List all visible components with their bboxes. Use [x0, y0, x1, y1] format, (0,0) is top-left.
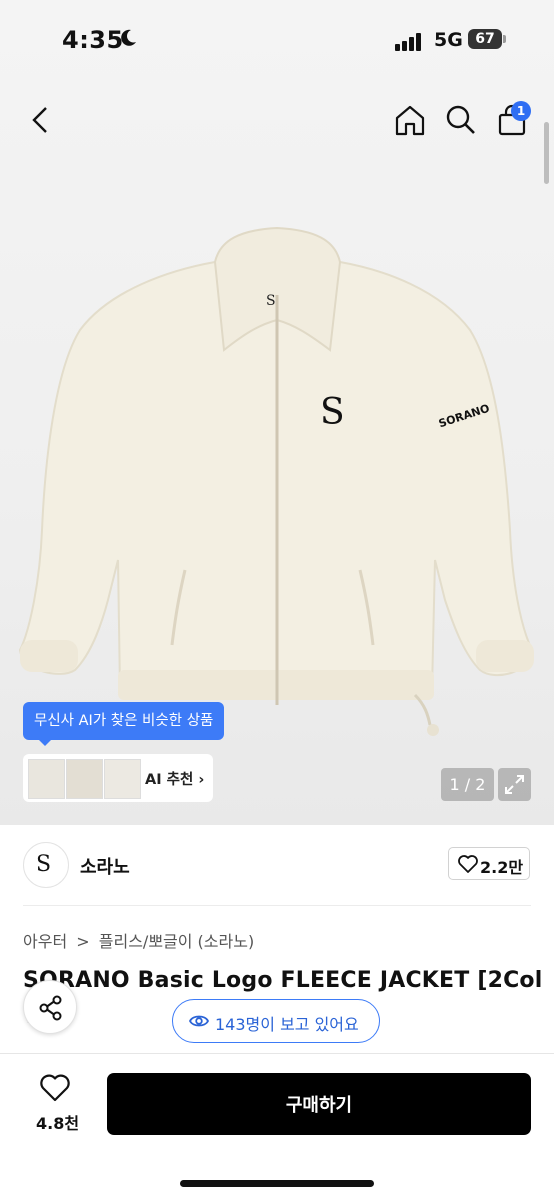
breadcrumb-category[interactable]: 아우터 — [23, 932, 67, 951]
home-icon — [395, 105, 425, 136]
ai-thumb — [66, 759, 103, 799]
wishlist-button[interactable]: 4.8천 — [30, 1074, 82, 1138]
network-label: 5G — [434, 29, 463, 51]
wishlist-count: 4.8천 — [36, 1114, 80, 1133]
share-icon — [39, 995, 62, 1021]
search-button[interactable] — [445, 104, 477, 139]
buy-button[interactable]: 구매하기 — [107, 1073, 531, 1135]
brand-logo[interactable]: S — [23, 842, 69, 888]
status-time: 4:35 — [62, 26, 124, 54]
brand-like-button[interactable]: 2.2만 — [448, 847, 530, 880]
breadcrumb: 아우터 > 플리스/뽀글이 (소라노) — [23, 928, 254, 952]
eye-icon — [189, 1015, 209, 1027]
brand-name[interactable]: 소라노 — [80, 853, 130, 879]
brand-mark: S — [320, 392, 345, 433]
ai-thumb — [104, 759, 141, 799]
expand-icon — [505, 775, 524, 794]
heart-icon — [458, 855, 478, 873]
chevron-right-icon: › — [198, 772, 205, 788]
collar-mark: S — [266, 293, 276, 309]
image-pager: 1 / 2 — [441, 768, 494, 801]
brand-like-count: 2.2만 — [480, 858, 524, 877]
brand-logo-mark: S — [36, 852, 52, 877]
expand-button[interactable] — [498, 768, 531, 801]
ai-tooltip-arrow — [38, 739, 52, 746]
bottom-bar-divider — [0, 1053, 554, 1054]
home-indicator — [180, 1180, 374, 1187]
moon-icon — [121, 29, 136, 46]
ai-thumb — [28, 759, 65, 799]
battery-indicator: 67 — [468, 29, 502, 49]
signal-icon — [395, 33, 421, 51]
breadcrumb-subcategory[interactable]: 플리스/뽀글이 (소라노) — [99, 932, 254, 951]
battery-cap — [503, 35, 506, 43]
viewers-text: 143명이 보고 있어요 — [215, 1015, 359, 1034]
cart-badge: 1 — [511, 101, 531, 121]
share-button[interactable] — [23, 980, 77, 1034]
search-icon — [446, 105, 475, 134]
scrollbar[interactable] — [544, 122, 549, 184]
ai-recommend-label: AI 추천 › — [145, 772, 205, 788]
ai-recommend-card[interactable]: AI 추천 › — [23, 754, 213, 802]
breadcrumb-separator: > — [76, 932, 90, 951]
home-button[interactable] — [394, 104, 426, 139]
heart-icon — [40, 1074, 70, 1102]
viewers-pill: 143명이 보고 있어요 — [172, 999, 380, 1043]
chevron-left-icon — [32, 107, 47, 133]
product-title: SORANO Basic Logo FLEECE JACKET [2Col — [23, 968, 543, 993]
product-image — [18, 226, 534, 736]
ai-tooltip: 무신사 AI가 찾은 비슷한 상품 — [23, 702, 225, 740]
divider — [23, 905, 531, 906]
back-button[interactable] — [28, 104, 52, 139]
